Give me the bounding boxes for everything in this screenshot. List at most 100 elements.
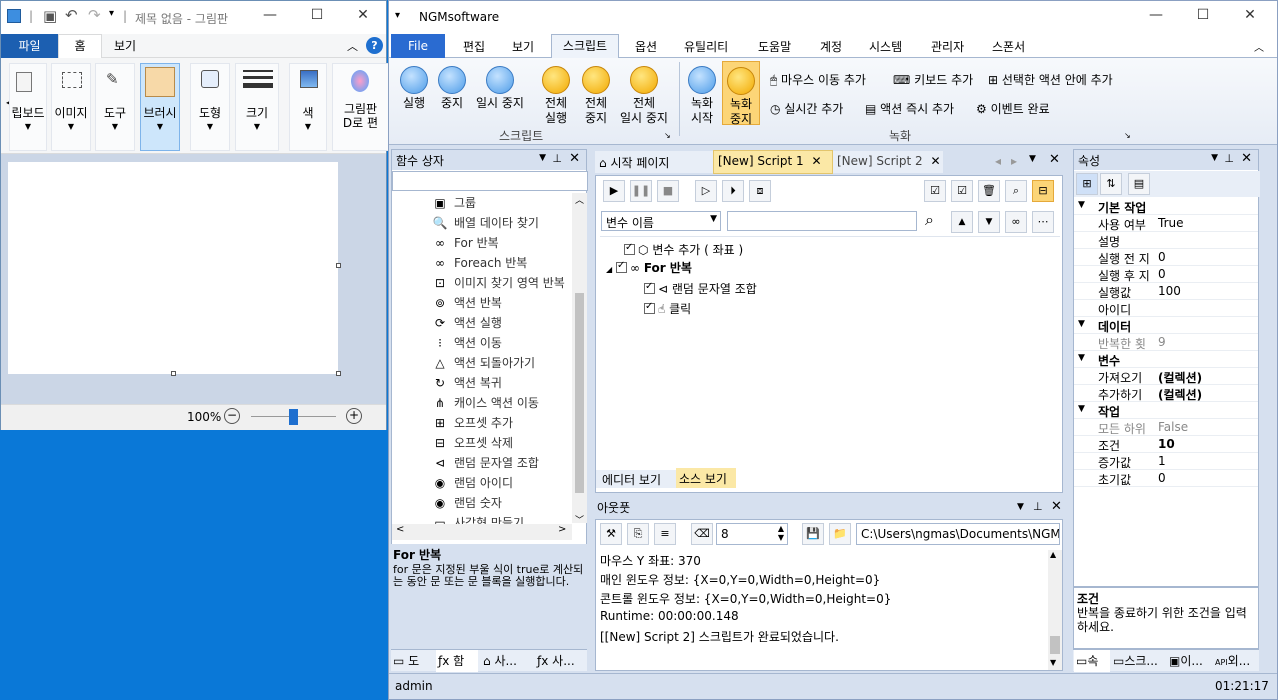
tab-admin[interactable]: 관리자 bbox=[931, 38, 964, 55]
minimize-icon[interactable]: — bbox=[1146, 7, 1166, 23]
variable-value-input[interactable] bbox=[727, 211, 917, 231]
tab-edit[interactable]: 편집 bbox=[463, 38, 485, 55]
clipboard-group[interactable]: 립보드 ▼ bbox=[9, 63, 47, 151]
tab-account[interactable]: 계정 bbox=[820, 38, 842, 55]
zoom-out-icon[interactable]: − bbox=[224, 408, 240, 424]
property-section[interactable]: ▼ 작업 bbox=[1074, 402, 1258, 419]
collapse-icon[interactable]: ▼ bbox=[1078, 404, 1085, 414]
prev-tab-icon[interactable]: ◂ bbox=[995, 154, 1001, 168]
property-row[interactable]: 가져오기 (컬렉션) bbox=[1074, 368, 1258, 385]
event-complete-button[interactable]: ⚙ 이벤트 완료 bbox=[976, 100, 1050, 117]
property-row[interactable]: 반복한 횟 9 bbox=[1074, 334, 1258, 351]
function-search-input[interactable] bbox=[392, 171, 588, 191]
property-row[interactable]: 실행값 100 bbox=[1074, 283, 1258, 300]
redo-icon[interactable]: ↷ bbox=[88, 6, 101, 24]
property-section[interactable]: ▼ 기본 작업 bbox=[1074, 198, 1258, 215]
more-button[interactable]: ⋯ bbox=[1032, 211, 1054, 233]
horizontal-scrollbar[interactable]: < > bbox=[392, 524, 572, 540]
tab-view[interactable]: 보기 bbox=[114, 37, 136, 54]
tab-properties[interactable]: ▭속 bbox=[1074, 650, 1110, 672]
move-down-button[interactable]: ▼ bbox=[978, 211, 1000, 233]
tab-start-page[interactable]: ⌂ 시작 페이지 bbox=[595, 151, 713, 173]
tab-editor-view[interactable]: 에디터 보기 bbox=[596, 470, 676, 488]
function-list-item[interactable]: 🔍 배열 데이타 찾기 bbox=[432, 214, 539, 231]
zoom-slider-thumb[interactable] bbox=[289, 409, 298, 425]
run-all-button[interactable]: 전체 실행 bbox=[537, 66, 575, 126]
tab-script-1[interactable]: [New] Script 1 ✕ bbox=[713, 150, 833, 174]
pause-all-button[interactable]: 전체 일시 중지 bbox=[615, 66, 673, 126]
resize-handle[interactable] bbox=[336, 263, 341, 268]
run-button[interactable]: 실행 bbox=[397, 66, 431, 111]
tab-toolbox[interactable]: ▭ 도 bbox=[393, 652, 419, 674]
property-value[interactable]: 1 bbox=[1158, 454, 1166, 468]
log-count-stepper[interactable]: 8 ▲ ▼ bbox=[716, 523, 788, 545]
next-tab-icon[interactable]: ▸ bbox=[1011, 154, 1017, 168]
property-value[interactable]: 0 bbox=[1158, 250, 1166, 264]
checkbox[interactable] bbox=[624, 242, 635, 255]
mouse-move-add-button[interactable]: 🖱 마우스 이동 추가 bbox=[770, 71, 866, 88]
tab-utility[interactable]: 유틸리티 bbox=[684, 38, 728, 55]
brush-group[interactable]: 브러시 ▼ bbox=[140, 63, 180, 151]
categorized-button[interactable]: ⊞ bbox=[1076, 173, 1098, 195]
property-row[interactable]: 추가하기 (컬렉션) bbox=[1074, 385, 1258, 402]
delete-button[interactable]: 🗑 bbox=[978, 180, 1000, 202]
maximize-icon[interactable]: ☐ bbox=[307, 7, 327, 23]
tree-item[interactable]: ◢ ∞ For 반복 bbox=[606, 259, 692, 276]
drawing-canvas[interactable] bbox=[8, 162, 338, 374]
step-into-button[interactable]: ⏵ bbox=[722, 180, 744, 202]
tab-home[interactable]: 홈 bbox=[58, 34, 102, 58]
dropdown-icon[interactable]: ▼ bbox=[1029, 154, 1036, 164]
loop-button[interactable]: ∞ bbox=[1005, 211, 1027, 233]
function-list-item[interactable]: ◉ 랜덤 아이디 bbox=[432, 474, 513, 491]
output-scrollbar[interactable]: ▲ ▼ bbox=[1048, 550, 1062, 670]
record-stop-button[interactable]: 녹화 중지 bbox=[722, 61, 760, 126]
image-group[interactable]: 이미지 ▼ bbox=[51, 63, 91, 151]
tab-help[interactable]: 도움말 bbox=[758, 38, 791, 55]
close-icon[interactable]: ✕ bbox=[1241, 151, 1252, 166]
keyboard-add-button[interactable]: ⌨ 키보드 추가 bbox=[893, 71, 973, 88]
property-pages-button[interactable]: ▤ bbox=[1128, 173, 1150, 195]
output-tool-button[interactable]: ⚒ bbox=[600, 523, 622, 545]
size-group[interactable]: 크기 ▼ bbox=[235, 63, 279, 151]
pin-icon[interactable]: ⊥ bbox=[1033, 500, 1043, 513]
function-list-item[interactable]: ▣ 그룹 bbox=[432, 194, 476, 211]
tree-item[interactable]: ⊲ 랜덤 문자열 조합 bbox=[644, 280, 757, 297]
stop-button[interactable]: 중지 bbox=[435, 66, 469, 111]
instant-add-button[interactable]: ▤ 액션 즉시 추가 bbox=[865, 100, 954, 117]
property-value[interactable]: False bbox=[1158, 420, 1188, 434]
scroll-thumb[interactable] bbox=[1050, 636, 1060, 654]
color-group[interactable]: 색 ▼ bbox=[289, 63, 327, 151]
function-list-item[interactable]: ∞ For 반복 bbox=[432, 234, 499, 251]
move-up-button[interactable]: ▲ bbox=[951, 211, 973, 233]
checkbox[interactable] bbox=[615, 260, 627, 273]
save-icon[interactable]: ▣ bbox=[43, 7, 57, 25]
collapse-icon[interactable]: ▼ bbox=[1078, 353, 1085, 363]
tree-view-button[interactable]: ⊟ bbox=[1032, 180, 1054, 202]
sort-az-button[interactable]: ⇅ bbox=[1100, 173, 1122, 195]
close-icon[interactable]: ✕ bbox=[1240, 7, 1260, 23]
scroll-up-icon[interactable]: ︿ bbox=[575, 193, 584, 206]
property-row[interactable]: 실행 전 지 0 bbox=[1074, 249, 1258, 266]
maximize-icon[interactable]: ☐ bbox=[1193, 7, 1213, 23]
tab-script[interactable]: 스크립트 bbox=[551, 34, 619, 59]
record-start-button[interactable]: 녹화 시작 bbox=[683, 66, 721, 126]
property-section[interactable]: ▼ 변수 bbox=[1074, 351, 1258, 368]
property-row[interactable]: 아이디 bbox=[1074, 300, 1258, 317]
zoom-in-icon[interactable]: + bbox=[346, 408, 362, 424]
collapse-ribbon-icon[interactable]: ︿ bbox=[347, 38, 358, 54]
tab-functions[interactable]: ƒx 함 bbox=[436, 650, 478, 672]
system-menu-icon[interactable]: ▾ bbox=[395, 10, 400, 21]
property-value[interactable]: 10 bbox=[1158, 437, 1175, 451]
tools-group[interactable]: ✎ 도구 ▼ bbox=[95, 63, 135, 151]
property-value[interactable]: 100 bbox=[1158, 284, 1181, 298]
eraser-button[interactable]: ⌫ bbox=[691, 523, 713, 545]
property-row[interactable]: 조건 10 bbox=[1074, 436, 1258, 453]
tab-user[interactable]: ⌂ 사... bbox=[483, 652, 517, 674]
search-button[interactable]: ⌕ bbox=[1005, 180, 1027, 202]
function-list-item[interactable]: △ 액션 되돌아가기 bbox=[432, 354, 535, 371]
tab-script-explorer[interactable]: ▭스크... bbox=[1113, 652, 1158, 674]
property-value[interactable]: (컬렉션) bbox=[1158, 386, 1202, 403]
function-list-item[interactable]: ↻ 액션 복귀 bbox=[432, 374, 502, 391]
undo-icon[interactable]: ↶ bbox=[65, 6, 78, 24]
tab-external[interactable]: API외... bbox=[1215, 652, 1250, 674]
